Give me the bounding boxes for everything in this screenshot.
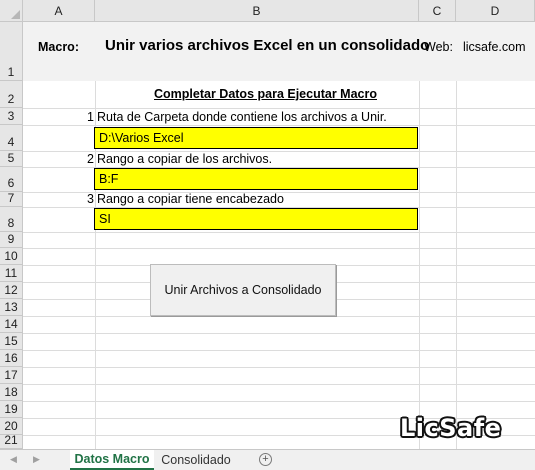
row-header-9[interactable]: 9 <box>0 232 23 248</box>
row-header-2[interactable]: 2 <box>0 81 23 108</box>
copy-range-input[interactable]: B:F <box>94 168 418 190</box>
gridline <box>23 367 535 368</box>
row-header-15[interactable]: 15 <box>0 333 23 350</box>
gridline <box>23 401 535 402</box>
has-header-input[interactable]: SI <box>94 208 418 230</box>
column-header-c[interactable]: C <box>419 0 456 22</box>
gridline <box>23 248 535 249</box>
web-value[interactable]: licsafe.com <box>463 40 526 54</box>
gridline <box>23 316 535 317</box>
row-header-14[interactable]: 14 <box>0 316 23 333</box>
column-header-a[interactable]: A <box>23 0 95 22</box>
field-number: 3 <box>87 192 94 206</box>
field-number: 1 <box>87 110 94 124</box>
row-header-10[interactable]: 10 <box>0 248 23 265</box>
sheet-tab-bar: ◀ ▶ Datos Macro Consolidado + <box>0 449 535 470</box>
row-header-11[interactable]: 11 <box>0 265 23 282</box>
macro-label: Macro: <box>38 40 79 54</box>
field-label-copy-range: Rango a copiar de los archivos. <box>97 152 273 166</box>
web-label: Web: <box>424 40 453 54</box>
row-header-19[interactable]: 19 <box>0 401 23 418</box>
gridline <box>23 232 535 233</box>
column-header-b[interactable]: B <box>95 0 419 22</box>
column-header-d[interactable]: D <box>456 0 535 22</box>
gridline <box>23 350 535 351</box>
field-label-folder-path: Ruta de Carpeta donde contiene los archi… <box>97 110 387 124</box>
gridline <box>23 108 535 109</box>
row-header-8[interactable]: 8 <box>0 207 23 232</box>
row-header-18[interactable]: 18 <box>0 384 23 401</box>
row-header-12[interactable]: 12 <box>0 282 23 299</box>
row-header-4[interactable]: 4 <box>0 125 23 151</box>
select-all-corner[interactable] <box>0 0 23 22</box>
row-header-16[interactable]: 16 <box>0 350 23 367</box>
tab-scroll-left-icon[interactable]: ◀ <box>10 454 17 465</box>
gridline <box>23 384 535 385</box>
gridline <box>23 333 535 334</box>
tab-consolidado[interactable]: Consolidado <box>158 450 234 470</box>
row-header-1[interactable]: 1 <box>0 22 23 81</box>
licsafe-logo: LicSafe <box>400 414 502 442</box>
page-title: Unir varios archivos Excel en un consoli… <box>105 37 430 54</box>
field-number: 2 <box>87 152 94 166</box>
row-header-17[interactable]: 17 <box>0 367 23 384</box>
row-header-5[interactable]: 5 <box>0 151 23 167</box>
row-header-3[interactable]: 3 <box>0 108 23 125</box>
row-header-13[interactable]: 13 <box>0 299 23 316</box>
spreadsheet-grid[interactable]: A B C D 1 2 3 4 5 6 7 8 9 10 11 12 13 14… <box>0 0 535 449</box>
folder-path-input[interactable]: D:\Varios Excel <box>94 127 418 149</box>
gridline <box>23 125 535 126</box>
plus-circle-icon[interactable]: + <box>259 453 272 466</box>
row-header-7[interactable]: 7 <box>0 191 23 207</box>
field-label-has-header: Rango a copiar tiene encabezado <box>97 192 284 206</box>
row-header-6[interactable]: 6 <box>0 167 23 192</box>
tab-datos-macro[interactable]: Datos Macro <box>70 450 154 470</box>
tab-scroll-right-icon[interactable]: ▶ <box>33 454 40 465</box>
merge-files-button[interactable]: Unir Archivos a Consolidado <box>150 264 336 316</box>
section-title: Completar Datos para Ejecutar Macro <box>154 87 377 101</box>
row-header-21[interactable]: 21 <box>0 433 23 449</box>
